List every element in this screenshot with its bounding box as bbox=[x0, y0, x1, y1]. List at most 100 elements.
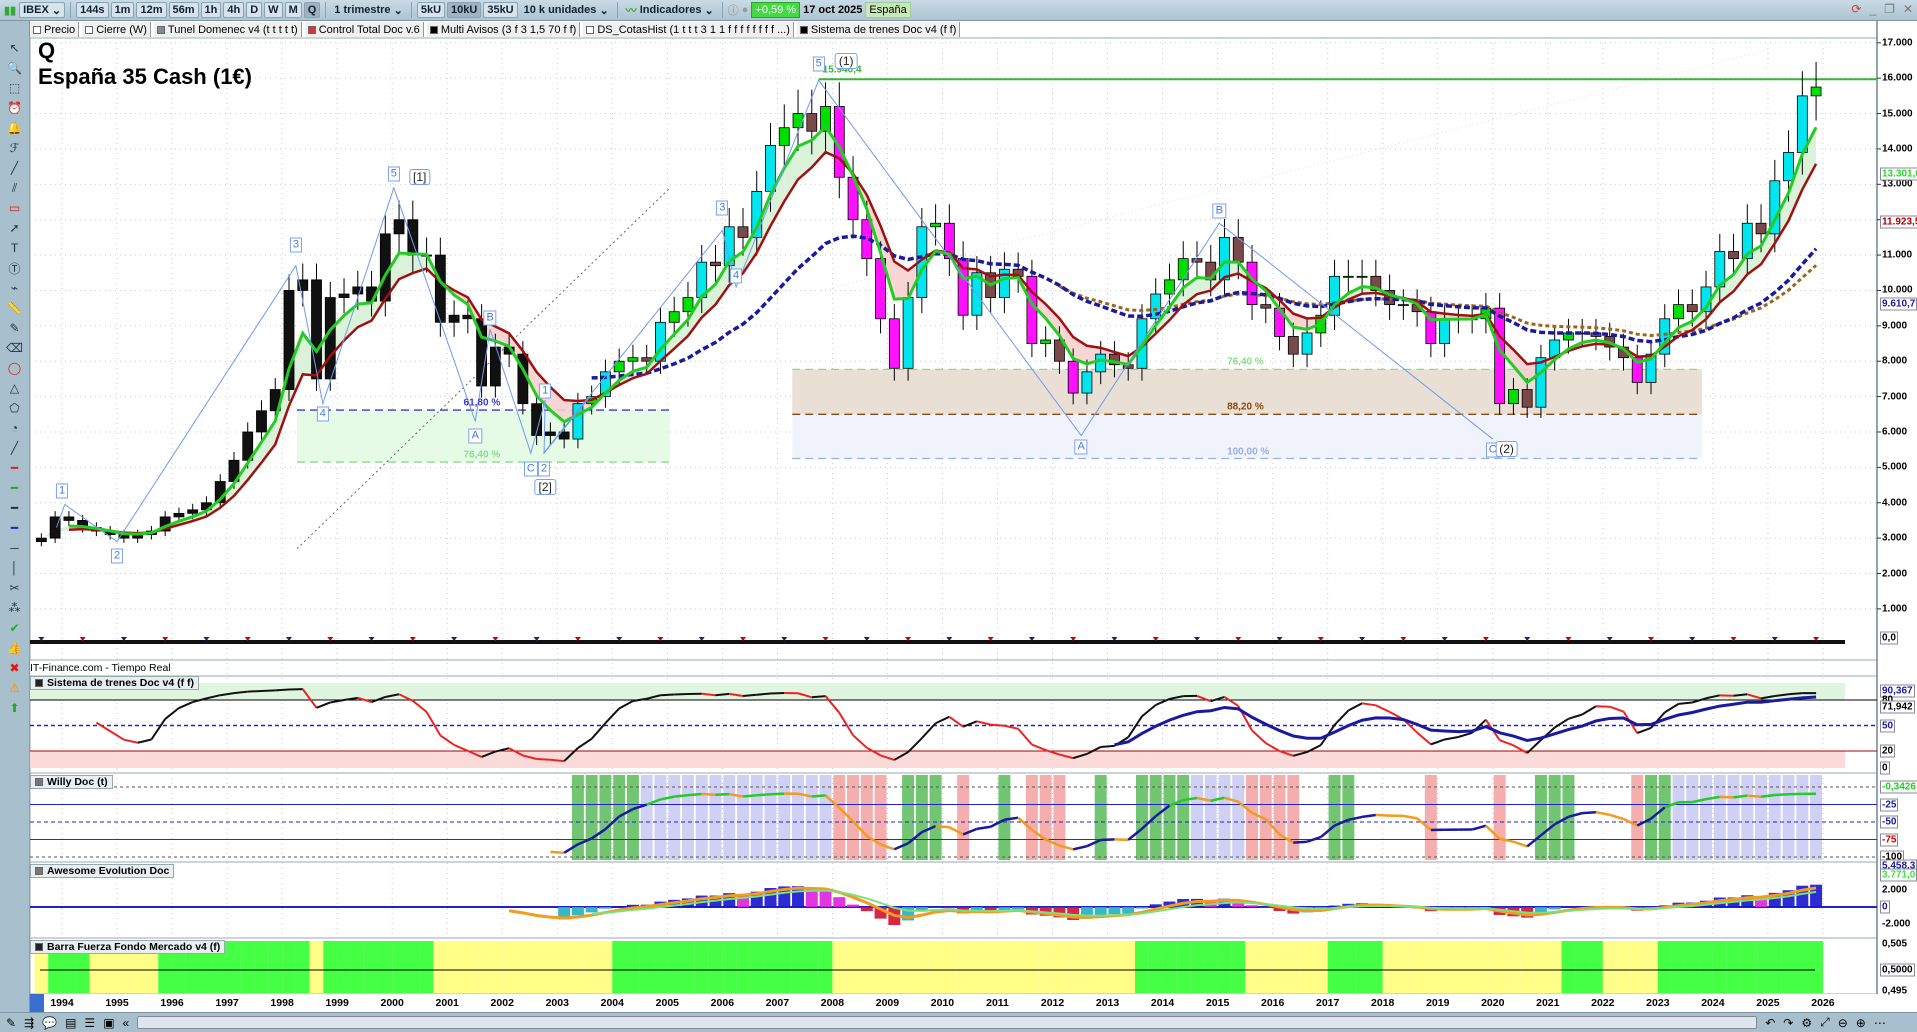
willy-band bbox=[1658, 775, 1671, 860]
willy-band bbox=[957, 775, 970, 860]
barra-fuerza-block bbox=[1767, 941, 1782, 993]
barra-fuerza-block bbox=[708, 941, 723, 993]
barra-fuerza-block bbox=[1011, 941, 1026, 993]
panel-label-barra[interactable]: Barra Fuerza Fondo Mercado v4 (f) bbox=[30, 940, 226, 954]
barra-fuerza-block bbox=[1245, 941, 1259, 993]
awesome-bar bbox=[1149, 904, 1162, 907]
willy-band bbox=[1810, 775, 1823, 860]
scroll-left-icon[interactable]: « bbox=[123, 1016, 130, 1030]
willy-band bbox=[998, 775, 1011, 860]
barra-fuerza-block bbox=[571, 941, 585, 993]
candle bbox=[806, 113, 818, 132]
willy-band bbox=[1782, 775, 1795, 860]
barra-fuerza-block bbox=[1795, 941, 1810, 993]
fib-level-label: 61,80 % bbox=[463, 397, 501, 409]
zoom-out-icon[interactable]: ⊖ bbox=[1838, 1016, 1848, 1030]
candle bbox=[888, 318, 900, 369]
trenes-line-segment bbox=[275, 688, 290, 692]
compare-icon[interactable]: ☰ bbox=[84, 1016, 95, 1030]
willy-band bbox=[778, 775, 791, 860]
wave-label: C bbox=[523, 461, 538, 477]
x-axis-label: 2000 bbox=[380, 997, 404, 1009]
more-icon[interactable]: ⋯ bbox=[1874, 1016, 1886, 1030]
trenes-line-segment bbox=[990, 723, 1005, 727]
panel-label-willy[interactable]: Willy Doc (t) bbox=[30, 775, 113, 789]
x-axis-label: 2022 bbox=[1591, 997, 1615, 1009]
willy-line-segment bbox=[550, 850, 565, 855]
barra-fuerza-block bbox=[1038, 941, 1053, 993]
barra-fuerza-block bbox=[515, 941, 530, 993]
fib-level-label: 100,00 % bbox=[1227, 446, 1270, 457]
x-axis-label: 2024 bbox=[1701, 997, 1725, 1009]
barra-fuerza-block bbox=[1162, 941, 1177, 993]
undo-icon[interactable]: ↶ bbox=[1765, 1016, 1775, 1030]
candle bbox=[1067, 360, 1079, 394]
panel-label-trenes[interactable]: Sistema de trenes Doc v4 (f f) bbox=[30, 676, 200, 690]
wave-degree-label: (1) bbox=[834, 53, 858, 70]
barra-fuerza-block bbox=[254, 941, 269, 993]
willy-band bbox=[1204, 775, 1217, 860]
barra-fuerza-block bbox=[694, 941, 709, 993]
x-axis-label: 2013 bbox=[1095, 997, 1120, 1009]
willy-line-segment bbox=[1733, 794, 1748, 799]
willy-band bbox=[1672, 775, 1685, 860]
comment-icon[interactable]: 💬 bbox=[42, 1016, 57, 1030]
x-axis-label: 2011 bbox=[986, 997, 1009, 1009]
x-axis-label: 2021 bbox=[1536, 997, 1560, 1009]
candle bbox=[1686, 304, 1698, 313]
price-axis-label: 5.000 bbox=[1882, 461, 1908, 473]
report-icon[interactable]: ▤ bbox=[65, 1016, 76, 1030]
barra-fuerza-block bbox=[584, 941, 599, 993]
panel-label-awesome[interactable]: Awesome Evolution Doc bbox=[30, 864, 175, 878]
wave-label: 1 bbox=[55, 483, 69, 499]
barra-fuerza-block bbox=[777, 941, 792, 993]
willy-band bbox=[1493, 775, 1506, 860]
wave-label: B bbox=[1212, 203, 1226, 219]
redo-icon[interactable]: ↷ bbox=[1783, 1016, 1793, 1030]
settings-icon[interactable]: ⚙ bbox=[1801, 1016, 1812, 1030]
share-icon[interactable]: ⇶ bbox=[24, 1016, 34, 1030]
barra-fuerza-block bbox=[1066, 941, 1081, 993]
barra-fuerza-block bbox=[1382, 941, 1397, 993]
barra-fuerza-block bbox=[1327, 941, 1342, 993]
x-axis-label: 1998 bbox=[270, 997, 294, 1009]
price-axis-label: 15.000 bbox=[1882, 108, 1913, 120]
candle bbox=[792, 113, 804, 129]
willy-band bbox=[1094, 775, 1107, 860]
x-axis-label: 2001 bbox=[435, 997, 459, 1009]
candle bbox=[930, 222, 942, 228]
barra-fuerza-block bbox=[1272, 941, 1287, 993]
willy-line-segment bbox=[742, 793, 757, 798]
awesome-axis-label: 2.000 bbox=[1882, 884, 1908, 896]
candle bbox=[1342, 275, 1354, 278]
barra-fuerza-block bbox=[1492, 941, 1507, 993]
price-axis-label: 6.000 bbox=[1882, 426, 1908, 438]
willy-band bbox=[1686, 775, 1699, 860]
barra-fuerza-block bbox=[1547, 941, 1562, 993]
x-axis-label: 2008 bbox=[820, 997, 845, 1009]
awesome-bar bbox=[1548, 907, 1561, 910]
barra-fuerza-block bbox=[323, 941, 338, 993]
awesome-bar bbox=[1108, 907, 1121, 915]
fib-level-label: 76,40 % bbox=[1227, 356, 1264, 368]
barra-fuerza-block bbox=[1300, 941, 1314, 993]
x-axis-label: 1999 bbox=[325, 997, 349, 1009]
trenes-line-segment bbox=[550, 758, 565, 763]
zoom-in-icon[interactable]: ⊕ bbox=[1856, 1016, 1866, 1030]
x-axis-label: 2019 bbox=[1426, 997, 1450, 1009]
barra-fuerza-block bbox=[1341, 941, 1356, 993]
barra-fuerza-block bbox=[474, 941, 489, 993]
x-axis-label: 2018 bbox=[1371, 997, 1395, 1009]
candle bbox=[1219, 236, 1230, 281]
horizontal-scrollbar[interactable] bbox=[137, 1016, 1758, 1029]
candle bbox=[1040, 339, 1052, 344]
multichart-icon[interactable]: ▣ bbox=[103, 1016, 114, 1030]
chart-canvas[interactable] bbox=[0, 0, 1917, 1032]
barra-fuerza-block bbox=[1121, 941, 1136, 993]
instrument-title: España 35 Cash (1€) bbox=[38, 64, 252, 89]
draw-icon[interactable]: ✎ bbox=[6, 1016, 16, 1030]
trenes-line-segment bbox=[660, 693, 675, 697]
willy-band bbox=[626, 775, 639, 860]
barra-fuerza-block bbox=[1313, 941, 1328, 993]
autoscale-icon[interactable]: ⤢ bbox=[1820, 1015, 1830, 1030]
